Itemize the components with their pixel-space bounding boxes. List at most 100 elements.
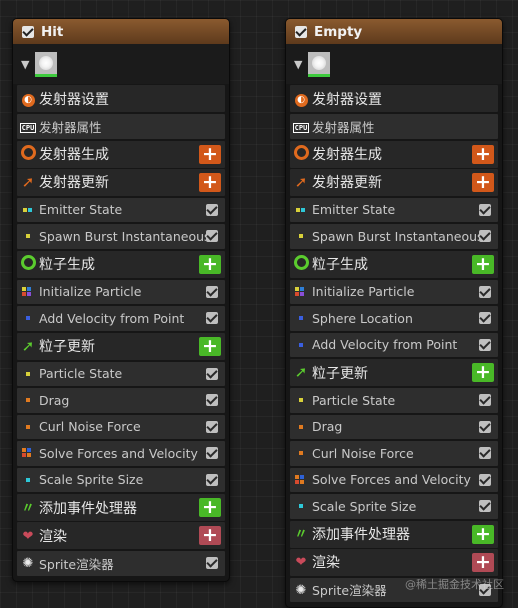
add-module-button[interactable]: + — [472, 144, 494, 164]
cpu-icon: CPU — [292, 123, 310, 134]
module-enable-checkbox[interactable] — [206, 367, 218, 380]
module-enable-checkbox[interactable] — [479, 203, 491, 216]
preview-thumbnail[interactable] — [308, 51, 331, 77]
particle-ring-icon — [290, 255, 312, 273]
render-heart-icon: ❤ — [22, 528, 34, 544]
module-enable-checkbox[interactable] — [479, 500, 491, 513]
module-row[interactable]: Sphere Location — [290, 306, 498, 331]
add-module-button[interactable]: + — [199, 144, 221, 164]
stage-row[interactable]: ◐ 发射器设置 — [17, 85, 225, 112]
enable-checkbox[interactable] — [295, 25, 307, 38]
add-module-button[interactable]: + — [199, 336, 221, 356]
module-enable-checkbox[interactable] — [479, 447, 491, 460]
module-enable-checkbox[interactable] — [206, 473, 218, 486]
row-label: Curl Noise Force — [312, 445, 414, 461]
sprite-burst-icon: ✺ — [22, 556, 34, 572]
stage-row[interactable]: 发射器生成 + — [17, 140, 225, 168]
stage-row[interactable]: ➚ 发射器更新 + — [290, 168, 498, 196]
add-module-button[interactable]: + — [472, 552, 494, 572]
module-enable-checkbox[interactable] — [479, 473, 491, 486]
stage-row[interactable]: ❤ 渲染 + — [17, 522, 225, 549]
add-module-button[interactable]: + — [472, 254, 494, 274]
row-label: Sprite渲染器 — [39, 556, 114, 572]
cpu-icon: CPU — [19, 123, 37, 134]
emitter-icon: ◐ — [17, 91, 39, 107]
module-enable-checkbox[interactable] — [479, 338, 491, 351]
module-enable-checkbox[interactable] — [206, 394, 218, 407]
module-row[interactable]: Spawn Burst Instantaneous — [290, 224, 498, 249]
module-row[interactable]: ✺ Sprite渲染器 — [17, 551, 225, 576]
stage-row[interactable]: ➚ 粒子更新 + — [17, 332, 225, 360]
pin-icon[interactable]: ▼ — [21, 58, 29, 71]
module-row[interactable]: Drag — [290, 414, 498, 439]
row-label: 发射器属性 — [39, 119, 102, 135]
module-row[interactable]: Spawn Burst Instantaneous — [17, 224, 225, 249]
render-heart-icon: ❤ — [295, 555, 307, 570]
module-row[interactable]: Solve Forces and Velocity — [290, 467, 498, 492]
panel-header[interactable]: Empty — [286, 19, 502, 44]
module-enable-checkbox[interactable] — [206, 420, 218, 433]
stage-row[interactable]: 〃添加事件处理器 + — [290, 520, 498, 548]
module-row[interactable]: Initialize Particle — [290, 279, 498, 304]
enable-checkbox[interactable] — [22, 25, 34, 38]
module-row[interactable]: Scale Sprite Size — [290, 494, 498, 519]
module-row[interactable]: Scale Sprite Size — [17, 467, 225, 492]
module-row[interactable]: Curl Noise Force — [290, 441, 498, 466]
stage-row[interactable]: ❤ 渲染 + — [290, 548, 498, 576]
module-enable-checkbox[interactable] — [479, 312, 491, 325]
module-row[interactable]: Add Velocity from Point — [17, 306, 225, 331]
dot-cyan-icon — [17, 473, 39, 487]
dot-orange-icon — [290, 446, 312, 460]
add-module-button[interactable]: + — [199, 254, 221, 274]
panel-footer — [13, 578, 229, 581]
module-row[interactable]: Solve Forces and Velocity — [17, 441, 225, 466]
stage-row[interactable]: 发射器生成 + — [290, 140, 498, 168]
module-enable-checkbox[interactable] — [479, 230, 491, 243]
stage-row[interactable]: 粒子生成 + — [290, 250, 498, 278]
preview-row: ▼ — [286, 44, 502, 84]
add-module-button[interactable]: + — [472, 172, 494, 192]
add-module-button[interactable]: + — [199, 526, 221, 545]
module-enable-checkbox[interactable] — [479, 420, 491, 433]
stage-row[interactable]: 〃添加事件处理器 + — [17, 494, 225, 521]
particle-update-arrow-icon: ➚ — [294, 363, 308, 381]
row-label: Sphere Location — [312, 310, 413, 326]
module-row[interactable]: Drag — [17, 388, 225, 413]
stage-row[interactable]: ◐ 发射器设置 — [290, 85, 498, 112]
add-module-button[interactable]: + — [199, 498, 221, 517]
stage-row[interactable]: 粒子生成 + — [17, 250, 225, 278]
module-enable-checkbox[interactable] — [206, 203, 218, 216]
row-label: 粒子更新 — [312, 365, 368, 382]
preview-thumbnail[interactable] — [35, 51, 58, 77]
spawn-ring-icon — [17, 145, 39, 163]
row-label: 渲染 — [312, 555, 340, 571]
module-enable-checkbox[interactable] — [206, 230, 218, 243]
stage-row[interactable]: ➚ 发射器更新 + — [17, 168, 225, 196]
module-row[interactable]: Add Velocity from Point — [290, 332, 498, 357]
module-enable-checkbox[interactable] — [479, 394, 491, 407]
panel-header[interactable]: Hit — [13, 19, 229, 44]
module-row[interactable]: Initialize Particle — [17, 279, 225, 304]
module-enable-checkbox[interactable] — [479, 285, 491, 298]
row-label: Solve Forces and Velocity — [39, 445, 198, 461]
add-module-button[interactable]: + — [199, 172, 221, 192]
add-module-button[interactable]: + — [472, 524, 494, 544]
module-row[interactable]: CPU 发射器属性 — [17, 114, 225, 139]
particle-ring-icon — [17, 255, 39, 273]
module-enable-checkbox[interactable] — [206, 447, 218, 460]
stage-row[interactable]: ➚ 粒子更新 + — [290, 359, 498, 386]
pin-icon[interactable]: ▼ — [294, 58, 302, 71]
module-enable-checkbox[interactable] — [206, 312, 218, 325]
module-row[interactable]: Particle State — [290, 388, 498, 413]
emitter-panel-empty[interactable]: Empty ▼ ◐ 发射器设置 CPU 发射器属性 发射器生成 + ➚ 发射器更新 + Emitter… — [285, 18, 503, 608]
module-row[interactable]: Emitter State — [290, 197, 498, 222]
module-enable-checkbox[interactable] — [206, 285, 218, 298]
dots-yellow-cyan-icon — [290, 203, 312, 217]
module-row[interactable]: Emitter State — [17, 197, 225, 222]
emitter-panel-hit[interactable]: Hit ▼ ◐ 发射器设置 CPU 发射器属性 发射器生成 + ➚ 发射器更新 + Emitter S… — [12, 18, 230, 582]
module-row[interactable]: Particle State — [17, 361, 225, 386]
module-enable-checkbox[interactable] — [206, 557, 218, 570]
add-module-button[interactable]: + — [472, 363, 494, 382]
module-row[interactable]: CPU 发射器属性 — [290, 114, 498, 139]
module-row[interactable]: Curl Noise Force — [17, 414, 225, 439]
